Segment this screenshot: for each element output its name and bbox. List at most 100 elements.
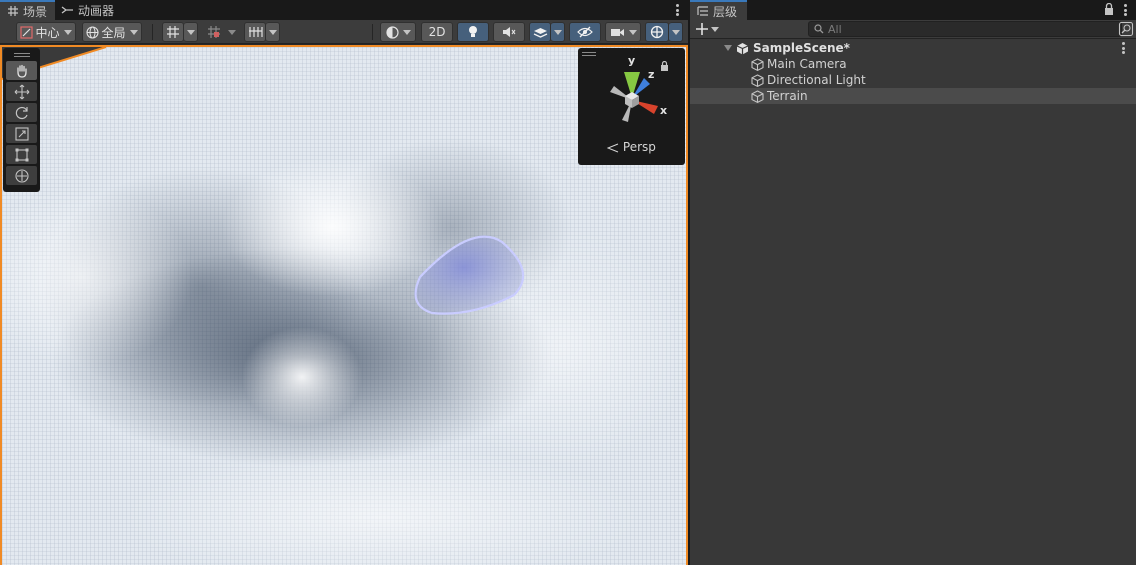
tab-hierarchy-label: 层级 [713,4,738,19]
axis-y-label: y [628,54,636,67]
grid-visibility-button[interactable] [244,22,266,42]
hierarchy-tree: SampleScene* Main Camera Directional Lig… [690,40,1136,104]
rect-tool-button[interactable] [6,145,37,164]
toolbar-separator [372,24,373,40]
gameobject-cube-icon [751,89,764,103]
video-camera-icon [610,28,624,36]
tab-hierarchy[interactable]: 层级 [690,0,748,20]
camera-settings-dropdown[interactable] [605,22,641,42]
scene-panel-menu-icon[interactable] [674,3,680,17]
scene-toolbar: 中心 全局 2D [0,20,688,44]
search-input[interactable] [828,22,1108,36]
pivot-dropdown[interactable]: 中心 [16,22,76,42]
pivot-icon [20,25,34,39]
persp-label: Persp [622,140,656,154]
hierarchy-panel: 层级 SampleScene* Main Camera Directional [690,0,1136,565]
unity-scene-icon [736,42,749,54]
list-item[interactable]: Directional Light [690,72,1136,88]
scene-menu-icon[interactable] [1122,42,1126,54]
tool-palette [3,48,40,192]
chevron-down-icon [711,26,719,32]
list-item-label: Main Camera [767,57,847,71]
mode-2d-toggle[interactable]: 2D [421,22,453,42]
gameobject-cube-icon [751,57,764,71]
space-dropdown[interactable]: 全局 [82,22,142,42]
chevron-down-icon [402,29,411,35]
effects-layers-icon [533,27,547,38]
gizmos-toggle[interactable] [645,22,669,42]
shading-sphere-icon [385,25,399,39]
lock-icon[interactable] [1104,3,1114,15]
gizmo-globe-icon [650,25,664,39]
fold-arrow-icon[interactable] [724,45,732,51]
lightbulb-icon [469,26,477,37]
scale-icon [14,126,29,141]
effects-dropdown[interactable] [551,22,565,42]
list-item-label: Terrain [767,89,808,103]
grid-visibility-icon [248,27,263,37]
hand-tool-button[interactable] [6,61,37,80]
chevron-down-icon [268,29,277,35]
list-item[interactable]: Main Camera [690,56,1136,72]
scene-panel: 场景 动画器 中心 全局 2D y z x Persp [0,0,688,565]
increment-snap-button[interactable] [203,22,225,42]
chevron-down-icon [129,29,138,35]
lighting-toggle[interactable] [457,22,489,42]
scene-name: SampleScene* [753,41,850,55]
grid-visibility-dropdown[interactable] [266,22,280,42]
grid-snap-icon [167,26,179,38]
hierarchy-list-icon [696,5,709,18]
plus-icon [696,23,708,35]
tab-scene-label: 场景 [23,4,48,19]
search-icon [814,24,824,34]
scale-tool-button[interactable] [6,124,37,143]
gameobject-cube-icon [751,73,764,87]
pivot-label: 中心 [35,25,60,40]
palette-grip[interactable] [6,51,37,59]
globe-icon [86,25,100,39]
chevron-down-icon [628,29,637,35]
list-item[interactable]: Terrain [690,88,1136,104]
rotate-icon [15,106,28,119]
increment-snap-dropdown[interactable] [225,22,239,42]
grid-snap-button[interactable] [162,22,184,42]
chevron-down-icon [228,29,236,35]
grid-snap-dropdown[interactable] [184,22,198,42]
scene-viewport[interactable]: y z x Persp [0,45,688,565]
scene-visibility-toggle[interactable] [569,22,601,42]
toolbar-separator [152,24,153,40]
chevron-down-icon [186,29,195,35]
rotate-tool-button[interactable] [6,103,37,122]
shading-mode-dropdown[interactable] [380,22,416,42]
persp-toggle[interactable]: Persp [578,140,685,154]
search-filter-icon[interactable] [1118,21,1134,37]
hierarchy-panel-menu-icon[interactable] [1122,3,1128,17]
gizmos-dropdown[interactable] [669,22,683,42]
eye-slash-icon [577,26,593,38]
move-arrows-icon [14,84,29,99]
transform-all-icon [14,168,29,183]
animator-icon [61,4,74,17]
grid-icon [6,5,19,18]
mode-2d-label: 2D [428,25,446,39]
list-item-label: Directional Light [767,73,866,87]
effects-toggle[interactable] [529,22,551,42]
create-dropdown[interactable] [696,21,722,37]
move-tool-button[interactable] [6,82,37,101]
hierarchy-tabbar: 层级 [690,0,1136,20]
hierarchy-toolbar [690,20,1136,39]
hand-icon [16,64,27,78]
chevron-down-icon [63,29,72,35]
chevron-down-icon [671,29,680,35]
transform-tool-button[interactable] [6,166,37,185]
perspective-lines-icon [606,143,619,152]
scene-row[interactable]: SampleScene* [690,40,1136,56]
audio-toggle[interactable] [493,22,525,42]
axis-z-label: z [648,68,655,81]
increment-snap-icon [208,26,220,38]
orientation-gizmo[interactable]: y z x Persp [578,48,685,165]
tab-scene[interactable]: 场景 [0,0,56,20]
hierarchy-search[interactable] [808,21,1122,37]
scene-tabbar: 场景 动画器 [0,0,688,20]
tab-animator[interactable]: 动画器 [55,0,122,20]
